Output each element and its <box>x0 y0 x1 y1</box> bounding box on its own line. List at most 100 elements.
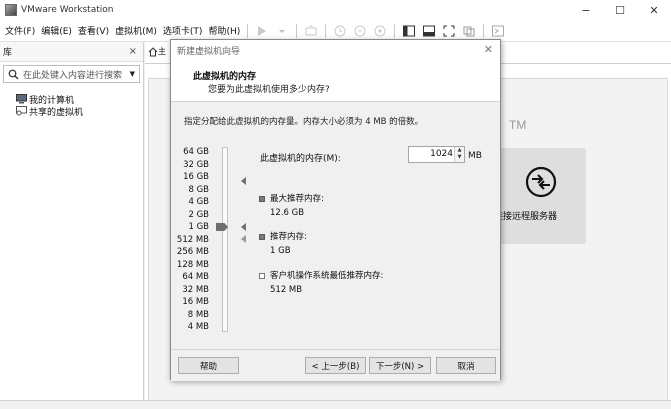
console-view-icon[interactable] <box>490 23 506 39</box>
thumbnail-bar-icon[interactable] <box>421 23 437 39</box>
menu-tabs[interactable]: 选项卡(T) <box>160 24 206 37</box>
tree-item-shared-vms[interactable]: 共享的虚拟机 <box>16 105 143 118</box>
vmware-logo-icon <box>5 4 17 16</box>
library-search-input[interactable]: 在此处键入内容进行搜索 ▼ <box>3 65 140 83</box>
full-screen-icon[interactable] <box>441 23 457 39</box>
max-recommended-legend-icon <box>259 195 265 202</box>
memory-stepper-value[interactable]: 1024 <box>430 149 453 159</box>
dialog-footer: 帮助 < 上一步(B) 下一步(N) > 取消 <box>171 349 500 381</box>
menu-vm[interactable]: 虚拟机(M) <box>112 24 160 37</box>
home-icon <box>148 46 158 56</box>
memory-field-label: 此虚拟机的内存(M): <box>260 154 341 164</box>
memory-stepper[interactable]: 1024 ▲ ▼ <box>408 146 465 163</box>
scale-label: 128 MB <box>176 259 209 270</box>
library-header: 库 <box>0 42 143 62</box>
recommended-label: 推荐内存: <box>270 232 307 242</box>
connect-remote-server-card[interactable]: 连接远程服务器 <box>494 148 586 244</box>
minimize-button[interactable]: − <box>569 0 603 20</box>
maximize-button[interactable]: ☐ <box>603 0 637 20</box>
recommended-block: 推荐内存: 1 GB <box>259 230 307 256</box>
menu-edit[interactable]: 编辑(E) <box>38 24 75 37</box>
toolbar-separator <box>247 23 249 38</box>
close-button[interactable]: ✕ <box>637 0 671 20</box>
dialog-header-title: 此虚拟机的内存 <box>193 72 257 82</box>
search-placeholder: 在此处键入内容进行搜索 <box>23 70 123 81</box>
dialog-close-icon[interactable]: ✕ <box>484 43 493 56</box>
scale-label: 512 MB <box>176 234 209 245</box>
search-icon <box>8 69 19 79</box>
tab-home[interactable]: 主 <box>148 46 166 57</box>
library-close-icon[interactable]: × <box>129 46 137 57</box>
library-title: 库 <box>3 48 13 58</box>
memory-description: 指定分配给此虚拟机的内存量。内存大小必须为 4 MB 的倍数。 <box>184 117 424 127</box>
new-vm-wizard-dialog: 新建虚拟机向导 ✕ 此虚拟机的内存 您要为此虚拟机使用多少内存? 指定分配给此虚… <box>170 39 501 381</box>
computer-icon <box>16 94 27 104</box>
memory-unit: MB <box>468 151 482 161</box>
guest-min-marker-icon <box>241 235 246 243</box>
remote-server-label: 连接远程服务器 <box>494 212 558 222</box>
menu-help[interactable]: 帮助(H) <box>205 24 243 37</box>
window-titlebar: VMware Workstation − ☐ ✕ <box>0 0 671 20</box>
memory-slider-track[interactable] <box>222 147 228 332</box>
dialog-header: 此虚拟机的内存 您要为此虚拟机使用多少内存? <box>171 60 500 102</box>
tm-mark: TM <box>509 118 527 132</box>
scale-label: 256 MB <box>176 247 209 257</box>
scale-label: 1 GB <box>188 222 209 232</box>
remote-server-icon <box>525 166 557 198</box>
chevron-down-icon[interactable]: ▼ <box>455 154 464 161</box>
toolbar-separator <box>483 23 485 38</box>
max-recommended-block: 最大推荐内存: 12.6 GB <box>259 192 324 218</box>
send-keys-icon[interactable] <box>303 23 319 39</box>
menu-view[interactable]: 查看(V) <box>75 24 112 37</box>
library-tree: 我的计算机 共享的虚拟机 <box>0 86 143 118</box>
snapshot-icon[interactable] <box>332 23 348 39</box>
scale-label: 4 MB <box>187 322 209 332</box>
max-recommended-marker-icon <box>241 177 246 185</box>
help-button[interactable]: 帮助 <box>178 357 239 374</box>
library-panel: 库 × 在此处键入内容进行搜索 ▼ 我的计算机 共享的虚拟机 <box>0 42 144 409</box>
window-controls: − ☐ ✕ <box>569 0 671 20</box>
recommended-legend-icon <box>259 233 265 240</box>
cancel-button[interactable]: 取消 <box>436 357 496 374</box>
show-library-icon[interactable] <box>401 23 417 39</box>
tab-home-label: 主 <box>158 47 166 56</box>
memory-stepper-arrows[interactable]: ▲ ▼ <box>454 147 464 162</box>
dialog-titlebar: 新建虚拟机向导 <box>171 40 500 60</box>
tree-item-label: 共享的虚拟机 <box>29 107 84 118</box>
guest-min-block: 客户机操作系统最低推荐内存: 512 MB <box>259 269 383 295</box>
dialog-header-subtitle: 您要为此虚拟机使用多少内存? <box>208 85 330 95</box>
window-title: VMware Workstation <box>21 5 114 15</box>
dialog-title: 新建虚拟机向导 <box>177 46 241 57</box>
recommended-value: 1 GB <box>270 246 291 256</box>
guest-min-label: 客户机操作系统最低推荐内存: <box>270 271 384 281</box>
guest-min-legend-icon <box>259 272 265 279</box>
snapshot-manager-icon[interactable] <box>372 23 388 39</box>
scale-label: 16 GB <box>183 172 209 182</box>
toolbar-separator <box>325 23 327 38</box>
scale-label: 8 GB <box>188 184 209 195</box>
chevron-up-icon[interactable]: ▲ <box>455 147 464 154</box>
menu-file[interactable]: 文件(F) <box>0 24 38 37</box>
scale-label: 16 MB <box>182 297 209 307</box>
max-recommended-label: 最大推荐内存: <box>270 194 324 204</box>
guest-min-value: 512 MB <box>270 285 303 295</box>
scale-label: 8 MB <box>187 309 209 320</box>
scale-label: 2 GB <box>188 209 209 220</box>
back-button[interactable]: < 上一步(B) <box>305 357 366 374</box>
next-button[interactable]: 下一步(N) > <box>369 357 431 374</box>
max-recommended-value: 12.6 GB <box>270 208 305 218</box>
recommended-marker-icon <box>241 223 246 231</box>
power-on-icon[interactable] <box>254 23 270 39</box>
revert-snapshot-icon[interactable] <box>352 23 368 39</box>
scale-label: 32 MB <box>182 284 209 295</box>
scale-label: 4 GB <box>188 197 209 207</box>
chevron-down-icon[interactable]: ▼ <box>130 70 135 78</box>
scale-label: 64 GB <box>183 147 209 157</box>
toolbar-separator <box>394 23 396 38</box>
tree-item-my-computer[interactable]: 我的计算机 <box>16 93 143 106</box>
power-dropdown-icon[interactable] <box>274 23 290 39</box>
scale-label: 32 GB <box>183 159 209 170</box>
scale-label: 64 MB <box>182 272 209 282</box>
shared-vm-icon <box>16 106 27 116</box>
unity-icon[interactable] <box>461 23 477 39</box>
